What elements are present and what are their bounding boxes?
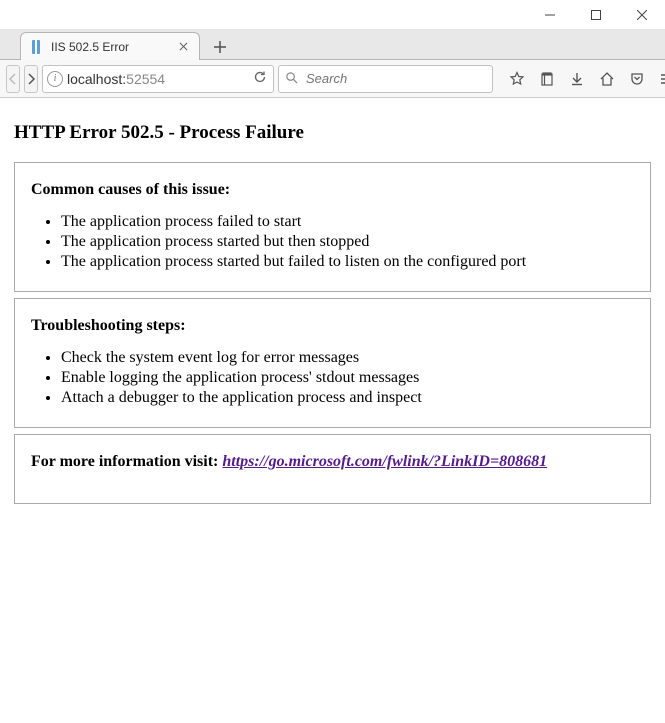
maximize-button[interactable] [573,0,619,30]
pocket-icon[interactable] [623,65,651,93]
url-text: localhost:52554 [67,71,247,87]
page-content: HTTP Error 502.5 - Process Failure Commo… [0,98,665,520]
causes-panel: Common causes of this issue: The applica… [14,162,651,292]
site-info-icon[interactable]: i [47,71,63,87]
search-bar[interactable] [278,65,493,93]
bookmark-star-icon[interactable] [503,65,531,93]
downloads-icon[interactable] [563,65,591,93]
list-item: The application process started but fail… [61,253,634,271]
url-host: localhost: [67,71,126,87]
navigation-toolbar: i localhost:52554 [0,60,665,98]
search-icon [285,71,298,87]
minimize-button[interactable] [527,0,573,30]
troubleshooting-list: Check the system event log for error mes… [31,349,634,407]
browser-tab[interactable]: IIS 502.5 Error [20,32,200,60]
troubleshooting-panel: Troubleshooting steps: Check the system … [14,298,651,428]
more-info-heading: For more information visit: https://go.m… [31,453,634,471]
url-port: 52554 [126,71,165,87]
list-item: Check the system event log for error mes… [61,349,634,367]
more-info-label: For more information visit: [31,453,222,470]
library-icon[interactable] [533,65,561,93]
page-title: HTTP Error 502.5 - Process Failure [14,122,651,144]
page-favicon [29,39,45,55]
address-bar[interactable]: i localhost:52554 [42,65,274,93]
causes-list: The application process failed to start … [31,213,634,271]
list-item: The application process failed to start [61,213,634,231]
menu-icon[interactable] [653,65,665,93]
causes-heading: Common causes of this issue: [31,181,634,199]
more-info-panel: For more information visit: https://go.m… [14,434,651,504]
list-item: The application process started but then… [61,233,634,251]
tab-bar: IIS 502.5 Error [0,30,665,60]
reload-icon[interactable] [251,70,269,87]
tab-title: IIS 502.5 Error [51,40,169,54]
forward-button[interactable] [24,65,38,93]
search-input[interactable] [304,70,486,87]
list-item: Enable logging the application process' … [61,369,634,387]
more-info-link[interactable]: https://go.microsoft.com/fwlink/?LinkID=… [222,453,547,470]
new-tab-button[interactable] [206,35,234,59]
back-button[interactable] [6,65,20,93]
tab-close-icon[interactable] [175,39,191,55]
home-icon[interactable] [593,65,621,93]
list-item: Attach a debugger to the application pro… [61,389,634,407]
window-titlebar [0,0,665,30]
toolbar-actions [503,65,665,93]
troubleshooting-heading: Troubleshooting steps: [31,317,634,335]
close-window-button[interactable] [619,0,665,30]
